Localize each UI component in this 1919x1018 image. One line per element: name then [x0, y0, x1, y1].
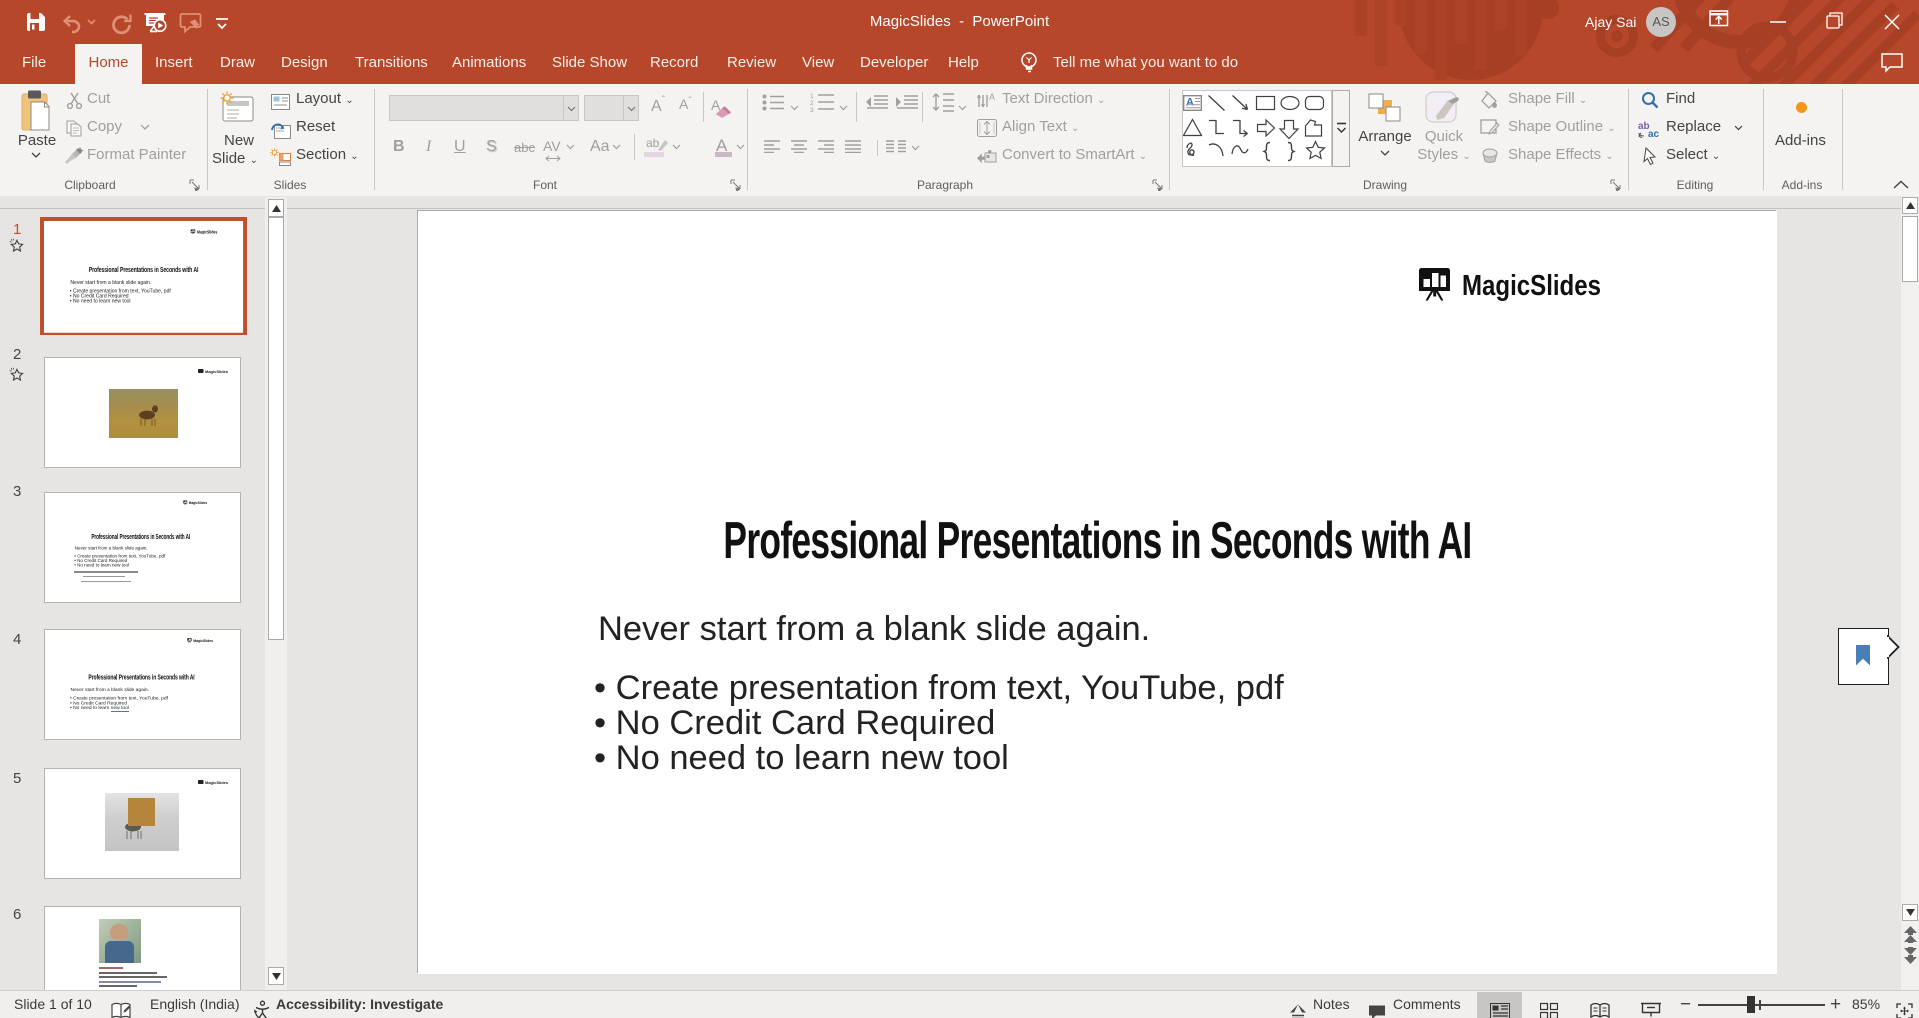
- svg-text:MagicSlides: MagicSlides: [189, 501, 207, 505]
- svg-text:1: 1: [810, 93, 814, 100]
- svg-text:MagicSlides: MagicSlides: [205, 369, 229, 374]
- svg-text:MagicSlides: MagicSlides: [205, 780, 229, 785]
- svg-text:MagicSlides: MagicSlides: [1462, 270, 1601, 301]
- svg-text:3: 3: [810, 107, 814, 112]
- svg-text:A: A: [989, 92, 995, 102]
- svg-text:A: A: [1186, 97, 1194, 109]
- svg-text:ac: ac: [1648, 129, 1660, 138]
- svg-text:2: 2: [810, 100, 814, 107]
- svg-text:MagicSlides: MagicSlides: [193, 638, 213, 643]
- svg-text:MagicSlides: MagicSlides: [197, 229, 218, 234]
